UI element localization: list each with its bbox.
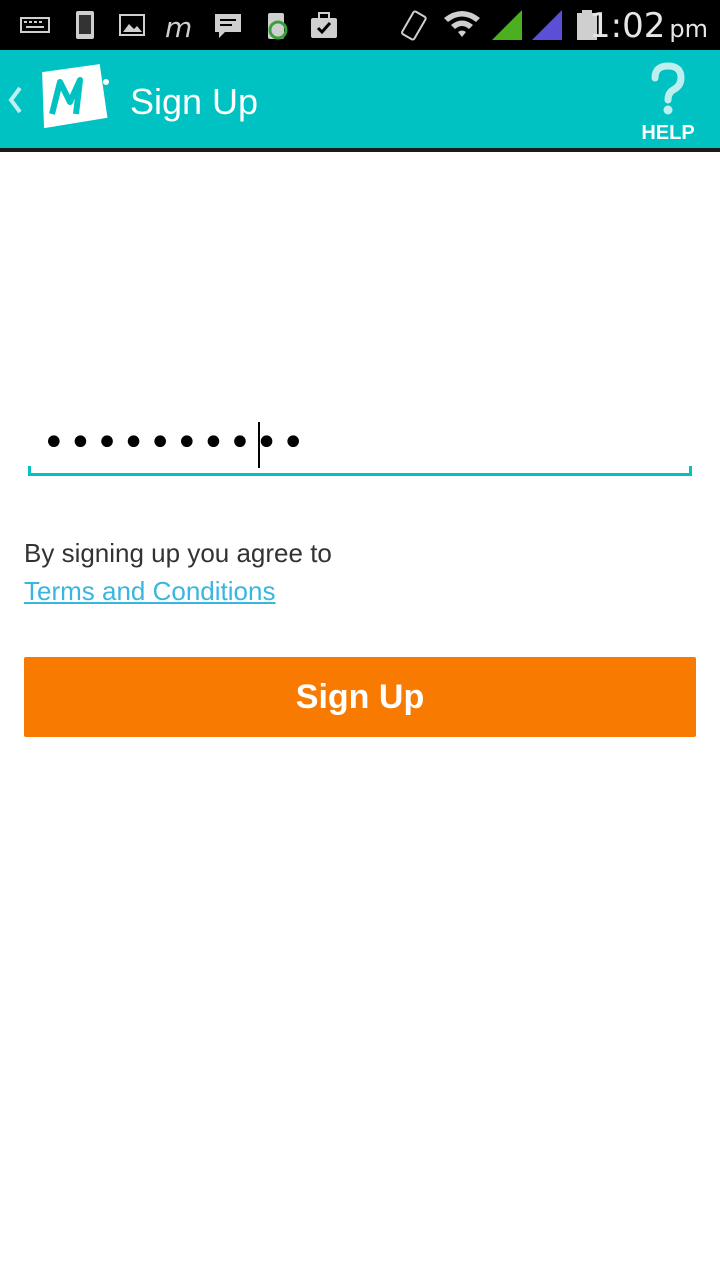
password-field[interactable]: •••••••••• xyxy=(28,414,692,476)
image-icon xyxy=(119,14,145,36)
terms-link[interactable]: Terms and Conditions xyxy=(24,574,275,608)
keyboard-icon xyxy=(20,17,50,33)
battery-saver-icon xyxy=(268,13,288,40)
status-time: 1:02 pm xyxy=(589,6,708,49)
sign-up-button[interactable]: Sign Up xyxy=(24,657,696,737)
field-underline xyxy=(28,466,692,476)
app-bar: Sign Up HELP xyxy=(0,50,720,152)
clock-ampm: pm xyxy=(669,15,708,43)
password-value: •••••••••• xyxy=(42,420,308,466)
svg-text:m: m xyxy=(165,11,192,42)
clock-time: 1:02 xyxy=(589,6,666,46)
signal-icon xyxy=(492,10,522,40)
chat-icon xyxy=(215,14,241,38)
signal-icon-2 xyxy=(532,10,562,40)
help-button[interactable]: HELP xyxy=(630,58,706,148)
m-app-icon: m xyxy=(165,11,192,42)
back-chevron-icon[interactable] xyxy=(6,78,24,122)
help-question-icon xyxy=(651,62,685,115)
agree-text: By signing up you agree to xyxy=(24,538,332,568)
wifi-icon xyxy=(444,11,480,37)
help-label: HELP xyxy=(641,122,695,144)
app-logo-icon[interactable] xyxy=(34,64,114,134)
vibrate-icon xyxy=(401,10,427,41)
phone-icon xyxy=(76,11,94,39)
status-bar: m 1:02 pm xyxy=(0,0,720,50)
page-title: Sign Up xyxy=(130,81,259,122)
briefcase-icon xyxy=(311,12,337,38)
text-caret xyxy=(258,422,260,468)
